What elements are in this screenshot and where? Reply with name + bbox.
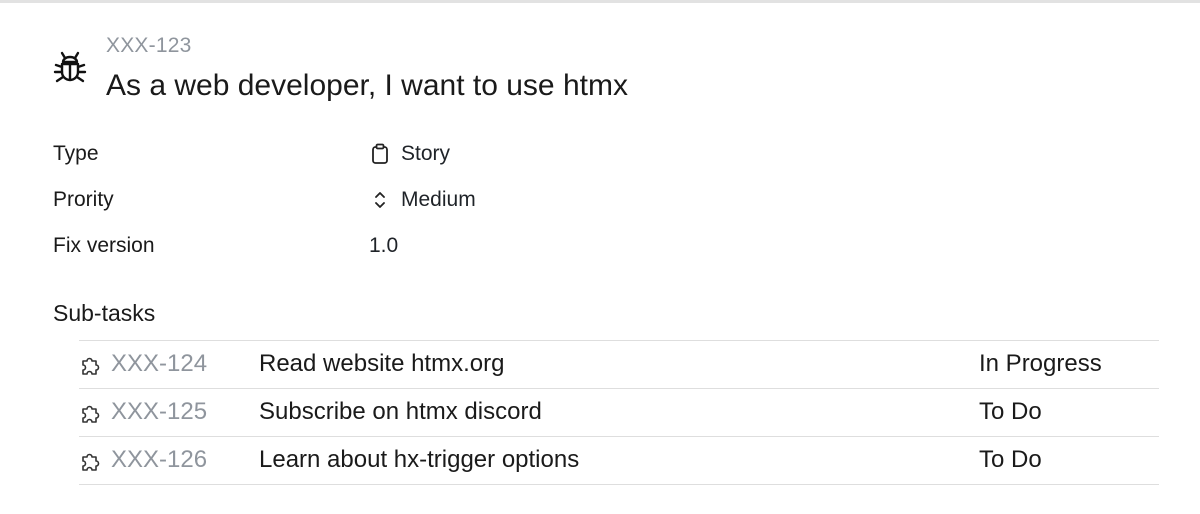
property-type: Type Story <box>53 142 653 172</box>
subtask-row[interactable]: XXX-124 Read website htmx.org In Progres… <box>79 340 1159 388</box>
subtask-summary[interactable]: Subscribe on htmx discord <box>259 398 542 426</box>
property-value-priority[interactable]: Medium <box>369 188 476 212</box>
subtask-status[interactable]: In Progress <box>979 350 1102 378</box>
subtasks-heading: Sub-tasks <box>53 300 156 326</box>
property-fix-version: Fix version 1.0 <box>53 234 653 264</box>
property-label: Fix version <box>53 234 155 257</box>
subtask-key[interactable]: XXX-125 <box>111 398 207 426</box>
puzzle-icon <box>79 353 103 377</box>
subtask-row[interactable]: XXX-125 Subscribe on htmx discord To Do <box>79 388 1159 436</box>
issue-key[interactable]: XXX-123 <box>106 34 191 58</box>
subtask-status[interactable]: To Do <box>979 398 1042 426</box>
puzzle-icon <box>79 401 103 425</box>
issue-header: XXX-123 As a web developer, I want to us… <box>50 30 1150 110</box>
property-label: Prority <box>53 188 114 211</box>
property-value-fix-version[interactable]: 1.0 <box>369 234 398 258</box>
subtask-key[interactable]: XXX-124 <box>111 350 207 378</box>
property-value-text: Medium <box>401 188 476 211</box>
subtasks-table: XXX-124 Read website htmx.org In Progres… <box>79 340 1159 485</box>
subtask-summary[interactable]: Learn about hx-trigger options <box>259 446 579 474</box>
property-value-text: Story <box>401 142 451 165</box>
subtask-status[interactable]: To Do <box>979 446 1042 474</box>
bug-icon <box>52 50 88 90</box>
subtask-key[interactable]: XXX-126 <box>111 446 207 474</box>
top-divider <box>0 0 1200 3</box>
property-value-text: 1.0 <box>369 234 399 257</box>
issue-title: As a web developer, I want to use htmx <box>106 69 628 102</box>
subtask-summary[interactable]: Read website htmx.org <box>259 350 504 378</box>
property-value-type[interactable]: Story <box>369 142 450 166</box>
puzzle-icon <box>79 449 103 473</box>
property-label: Type <box>53 142 99 165</box>
clipboard-icon <box>369 143 391 165</box>
property-priority: Prority Medium <box>53 188 653 218</box>
chevron-up-down-icon <box>369 189 391 211</box>
subtask-row[interactable]: XXX-126 Learn about hx-trigger options T… <box>79 436 1159 485</box>
